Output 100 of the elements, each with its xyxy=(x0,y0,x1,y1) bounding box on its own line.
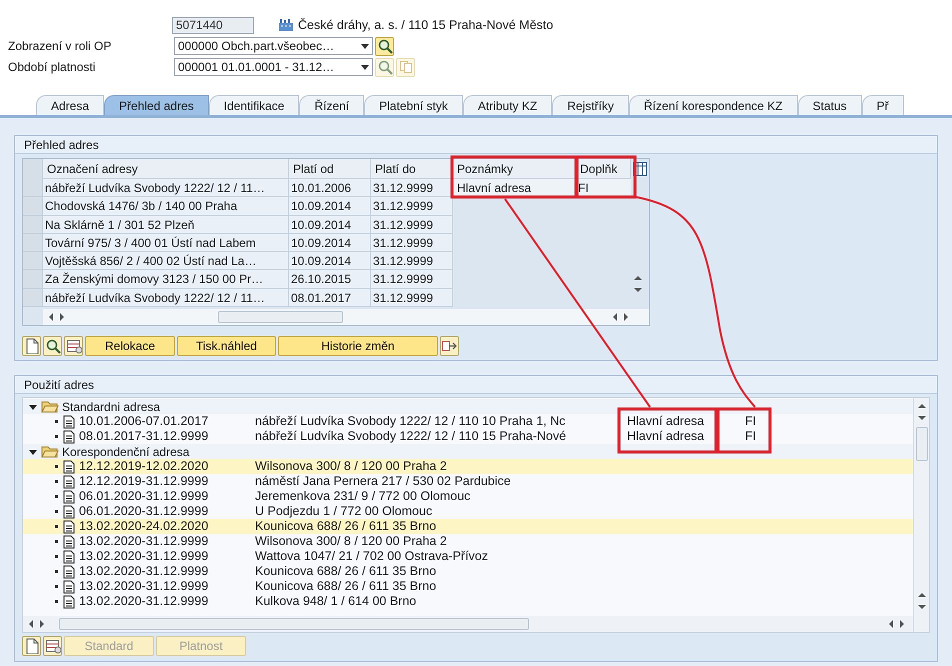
document-button[interactable] xyxy=(22,336,41,356)
table-cell: 31.12.9999 xyxy=(371,216,453,234)
addition-text: FI xyxy=(744,414,756,429)
tab[interactable]: Rejstříky xyxy=(552,95,629,115)
address-text: Wilsonova 300/ 8 / 120 00 Praha 2 xyxy=(255,534,448,549)
table-cell: 08.01.2017 xyxy=(289,288,371,308)
bullet-icon xyxy=(55,434,59,438)
column-header[interactable]: Doplňk xyxy=(576,159,631,179)
bullet-icon xyxy=(55,420,59,424)
table-button[interactable] xyxy=(64,336,83,356)
validity-period: 12.12.2019-12.02.2020 xyxy=(79,459,210,474)
address-text: Kounicova 688/ 26 / 611 35 Brno xyxy=(255,519,438,534)
table-cell: 26.10.2015 xyxy=(289,270,371,289)
validity-period: 13.02.2020-31.12.9999 xyxy=(79,534,210,549)
action-button[interactable]: Relokace xyxy=(85,336,175,356)
scrollbar-thumb[interactable] xyxy=(59,618,529,630)
scrollbar-thumb[interactable] xyxy=(916,427,928,461)
caret-icon xyxy=(361,64,369,70)
document-icon xyxy=(63,430,75,444)
validity-period: 13.02.2020-31.12.9999 xyxy=(79,564,210,579)
dropdown-field[interactable]: 000000 Obch.part.všeobec… xyxy=(174,37,373,55)
tab[interactable]: Atributy KZ xyxy=(462,95,552,115)
field-label: Období platnosti xyxy=(8,59,96,76)
tab[interactable]: Řízení korespondence KZ xyxy=(628,95,798,115)
search-button[interactable] xyxy=(43,336,62,356)
bullet-icon xyxy=(55,510,59,514)
address-text: Kulkova 948/ 1 / 614 00 Brno xyxy=(255,594,418,609)
validity-period: 13.02.2020-31.12.9999 xyxy=(79,594,210,609)
tab[interactable]: Řízení xyxy=(299,95,364,115)
document-icon xyxy=(63,490,75,504)
action-button[interactable]: Historie změn xyxy=(278,336,438,356)
column-header[interactable]: Označení adresy xyxy=(43,159,289,179)
table-cell: 31.12.9999 xyxy=(371,252,453,270)
validity-period: 08.01.2017-31.12.9999 xyxy=(79,429,210,444)
table-cell: nábřeží Ludvíka Svobody 1222/ 12 / 11… xyxy=(43,179,289,198)
tree-node-label[interactable]: Korespondenční adresa xyxy=(62,442,190,460)
folder-icon xyxy=(41,400,59,413)
document-icon xyxy=(63,594,75,608)
column-header[interactable]: Platí do xyxy=(371,159,453,179)
scroll-arrows-icon[interactable] xyxy=(916,590,926,612)
document-icon xyxy=(63,474,75,488)
scroll-arrows-icon[interactable] xyxy=(916,401,926,423)
panel-title: Použití adres xyxy=(15,376,937,394)
document-icon xyxy=(63,414,75,428)
column-header[interactable]: Poznámky xyxy=(453,159,576,179)
table-cell: Hlavní adresa xyxy=(453,179,576,198)
tab[interactable]: Adresa xyxy=(36,95,104,115)
document-icon xyxy=(63,534,75,548)
bullet-icon xyxy=(55,554,59,558)
scroll-arrows-icon[interactable] xyxy=(633,273,643,295)
document-icon xyxy=(63,520,75,534)
note-text: Hlavní adresa xyxy=(626,414,706,429)
table-cell: 31.12.9999 xyxy=(371,270,453,289)
addition-text: FI xyxy=(744,429,756,444)
building-icon xyxy=(278,18,294,32)
address-text: U Podjezdu 1 / 772 00 Olomouc xyxy=(255,504,434,519)
document-icon xyxy=(63,564,75,578)
scrollbar-thumb[interactable] xyxy=(218,311,343,323)
address-text: nábřeží Ludvíka Svobody 1222/ 12 / 110 10 Praha 1, Nc xyxy=(255,414,566,429)
tree-node-label[interactable]: Standardni adresa xyxy=(62,398,160,416)
field-label: Zobrazení v roli OP xyxy=(8,38,112,55)
action-button[interactable]: Tisk.náhled xyxy=(177,336,276,356)
table-cell: 10.09.2014 xyxy=(289,216,371,234)
tab[interactable]: Status xyxy=(798,95,862,115)
address-text: Kounicova 688/ 26 / 611 35 Brno xyxy=(255,579,438,594)
address-text: Wilsonova 300/ 8 / 120 00 Praha 2 xyxy=(255,459,448,474)
partner-number-field[interactable]: 5071440 xyxy=(172,16,254,34)
table-cell: 10.09.2014 xyxy=(289,252,371,270)
validity-period: 13.02.2020-31.12.9999 xyxy=(79,579,210,594)
validity-period: 13.02.2020-24.02.2020 xyxy=(79,519,210,534)
tab[interactable]: Přehled adres xyxy=(104,95,209,115)
table-cell: 31.12.9999 xyxy=(371,179,453,198)
table-cell: nábřeží Ludvíka Svobody 1222/ 12 / 11… xyxy=(43,288,289,308)
bullet-icon xyxy=(55,570,59,574)
document-icon xyxy=(63,550,75,564)
bullet-icon xyxy=(55,524,59,528)
address-text: Jeremenkova 231/ 9 / 772 00 Olomouc xyxy=(255,489,472,504)
tab[interactable]: Identifikace xyxy=(208,95,300,115)
table-button[interactable] xyxy=(43,636,62,656)
table-cell: Tovární 975/ 3 / 400 01 Ústí nad Labem xyxy=(43,234,289,252)
table-cell: 31.12.9999 xyxy=(371,234,453,252)
document-icon xyxy=(63,580,75,594)
bullet-icon xyxy=(55,494,59,498)
tab[interactable]: Př xyxy=(862,95,904,115)
address-text: náměstí Jana Pernera 217 / 530 02 Pardubice xyxy=(255,474,512,489)
address-text: Wattova 1047/ 21 / 702 00 Ostrava-Přívoz xyxy=(255,549,489,564)
bullet-icon xyxy=(55,480,59,484)
caret-icon xyxy=(361,44,369,48)
export-button[interactable] xyxy=(440,336,459,356)
bullet-icon xyxy=(55,584,59,588)
validity-period: 06.01.2020-31.12.9999 xyxy=(79,504,210,519)
search-button[interactable] xyxy=(375,36,394,56)
table-cell: Na Sklárně 1 / 301 52 Plzeň xyxy=(43,216,289,234)
document-button[interactable] xyxy=(22,636,41,656)
table-cell: 10.01.2006 xyxy=(289,179,371,198)
tab[interactable]: Platební styk xyxy=(364,95,463,115)
partner-name: České dráhy, a. s. / 110 15 Praha-Nové Město xyxy=(298,16,554,34)
column-header[interactable]: Platí od xyxy=(289,159,371,179)
dropdown-field[interactable]: 000001 01.01.0001 - 31.12… xyxy=(174,58,373,76)
bullet-icon xyxy=(55,464,59,468)
